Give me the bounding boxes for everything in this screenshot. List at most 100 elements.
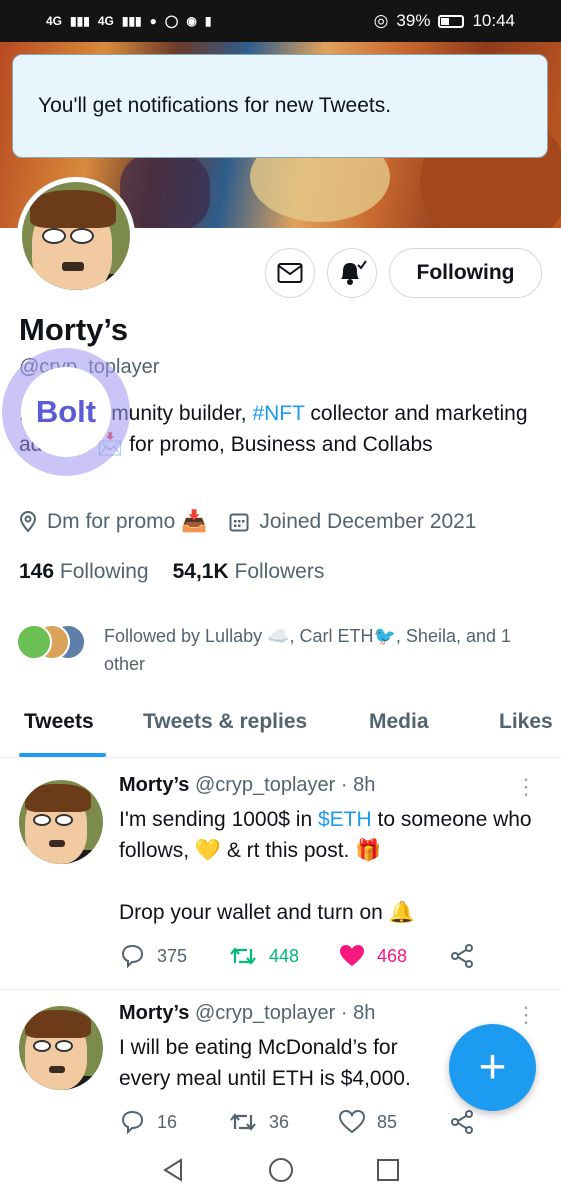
like-count: 468 [377,945,408,966]
status-left: 4G ▮▮▮ 4G ▮▮▮ ● ◯ ◉ ▮ [46,14,211,28]
retweet-count: 448 [269,945,300,966]
tweet-header: Morty’s @cryp_toplayer · 8h [119,774,375,797]
location-item: Dm for promo 📥 [19,510,207,534]
battery-percent: 39% [396,11,431,30]
message-button[interactable] [265,248,315,298]
followers-count: 54,1K [172,560,229,583]
profile-name: Morty’s [19,312,129,347]
profile-tabs: Tweets Tweets & replies Media Likes [0,700,561,758]
retweet-button[interactable]: 448 [229,945,339,967]
tweet-author: Morty’s [119,774,190,796]
status-right: ◎ 39% 10:44 [374,11,515,31]
tab-media[interactable]: Media [369,710,429,734]
tab-tweets[interactable]: Tweets [24,710,94,734]
app-icon: ◉ [186,14,197,28]
reply-icon [121,944,144,968]
reply-button[interactable]: 375 [119,944,229,968]
followed-by-text: Followed by Lullaby ☁️, Carl ETH🐦, Sheil… [104,626,512,674]
share-button[interactable] [449,944,559,968]
avatar-eye [55,814,73,826]
network-indicator-1: 4G [46,14,63,28]
home-icon[interactable] [268,1157,294,1183]
active-tab-indicator [19,753,106,757]
location-text: Dm for promo 📥 [47,510,208,533]
tweet[interactable]: Morty’s @cryp_toplayer · 8h ⋮ I'm sendin… [0,758,561,990]
notifications-button[interactable] [327,248,377,298]
more-options-icon[interactable]: ⋮ [515,1002,537,1028]
notification-toast: You'll get notifications for new Tweets. [12,54,548,158]
avatar-hair [30,190,116,228]
avatar-mouth [62,262,84,271]
banner-artwork-shape [120,152,210,228]
location-pin-icon: ◎ [373,11,389,30]
tweet-actions: 16 36 85 [119,1110,559,1134]
more-options-icon[interactable]: ⋮ [515,774,537,800]
avatar-eye [55,1040,73,1052]
following-stat[interactable]: 146 Following [19,560,149,584]
battery-icon [438,14,465,28]
network-indicator-2: 4G [97,14,114,28]
tweet-avatar[interactable] [19,780,103,864]
tweet-text: I will be eating McDonald’s for every me… [119,1036,411,1090]
recents-icon[interactable] [375,1157,401,1183]
profile-stats: 146 Following 54,1K Followers [19,560,324,584]
battery-alert-icon: ▮ [204,14,212,28]
tweet-avatar[interactable] [19,1006,103,1090]
follower-avatars [16,622,94,662]
bell-check-icon [341,260,367,285]
calendar-icon [229,513,249,532]
tweet-spacer [119,866,544,897]
reply-button[interactable]: 16 [119,1110,229,1134]
avatar-eye [42,228,66,244]
joined-text: Joined December 2021 [259,510,477,533]
following-label: Following [59,560,149,583]
like-button[interactable]: 468 [339,944,449,968]
avatar-eye [33,814,51,826]
signal-icon-2: ▮▮▮ [121,14,142,28]
following-button[interactable]: Following [389,248,542,298]
hashtag-link[interactable]: #NFT [252,402,304,425]
tweet-text-part: Drop your wallet and turn on 🔔 [119,901,415,924]
share-icon [451,944,473,968]
location-icon: ● [149,14,157,28]
followed-by[interactable]: Followed by Lullaby ☁️, Carl ETH🐦, Sheil… [16,622,546,678]
tweet-text: I'm sending 1000$ in $ETH to someone who… [119,804,544,928]
tweet-header: Morty’s @cryp_toplayer · 8h [119,1002,375,1025]
followers-stat[interactable]: 54,1K Followers [173,560,325,584]
cashtag-link[interactable]: $ETH [318,808,372,831]
avatar-eye [33,1040,51,1052]
joined-item: Joined December 2021 [229,510,476,534]
tweet-text-part: I'm sending 1000$ in [119,808,318,831]
signal-icon: ▮▮▮ [70,14,90,28]
clock: 10:44 [472,11,515,30]
follower-avatar [16,624,52,660]
reply-count: 16 [157,1111,178,1132]
bolt-overlay-bubble[interactable]: Bolt [2,348,130,476]
tab-tweets-replies[interactable]: Tweets & replies [143,710,307,734]
toast-text: You'll get notifications for new Tweets. [38,94,392,117]
share-button[interactable] [449,1110,559,1134]
bolt-logo: Bolt [21,367,111,457]
followers-label: Followers [234,560,325,583]
tab-likes[interactable]: Likes [499,710,553,734]
compose-tweet-button[interactable]: + [449,1024,536,1111]
mail-icon [277,263,303,283]
tweet-actions: 375 448 468 [119,944,559,968]
whatsapp-icon: ◯ [164,14,179,28]
location-pin-icon [19,511,37,533]
system-navigation-bar [0,1140,561,1200]
profile-avatar[interactable] [17,177,135,295]
tweet-author: Morty’s [119,1002,190,1024]
avatar-hair [25,1010,91,1038]
back-icon[interactable] [161,1157,187,1183]
tweet-meta: @cryp_toplayer · 8h [194,1002,376,1024]
profile-meta: Dm for promo 📥 Joined December 2021 [19,510,476,534]
retweet-button[interactable]: 36 [229,1111,339,1133]
retweet-icon [230,1113,256,1131]
following-count: 146 [19,560,55,583]
heart-filled-icon [340,945,364,966]
tweet-meta: @cryp_toplayer · 8h [194,774,376,796]
like-button[interactable]: 85 [339,1110,449,1134]
heart-icon [339,1110,365,1134]
avatar-mouth [49,840,65,847]
